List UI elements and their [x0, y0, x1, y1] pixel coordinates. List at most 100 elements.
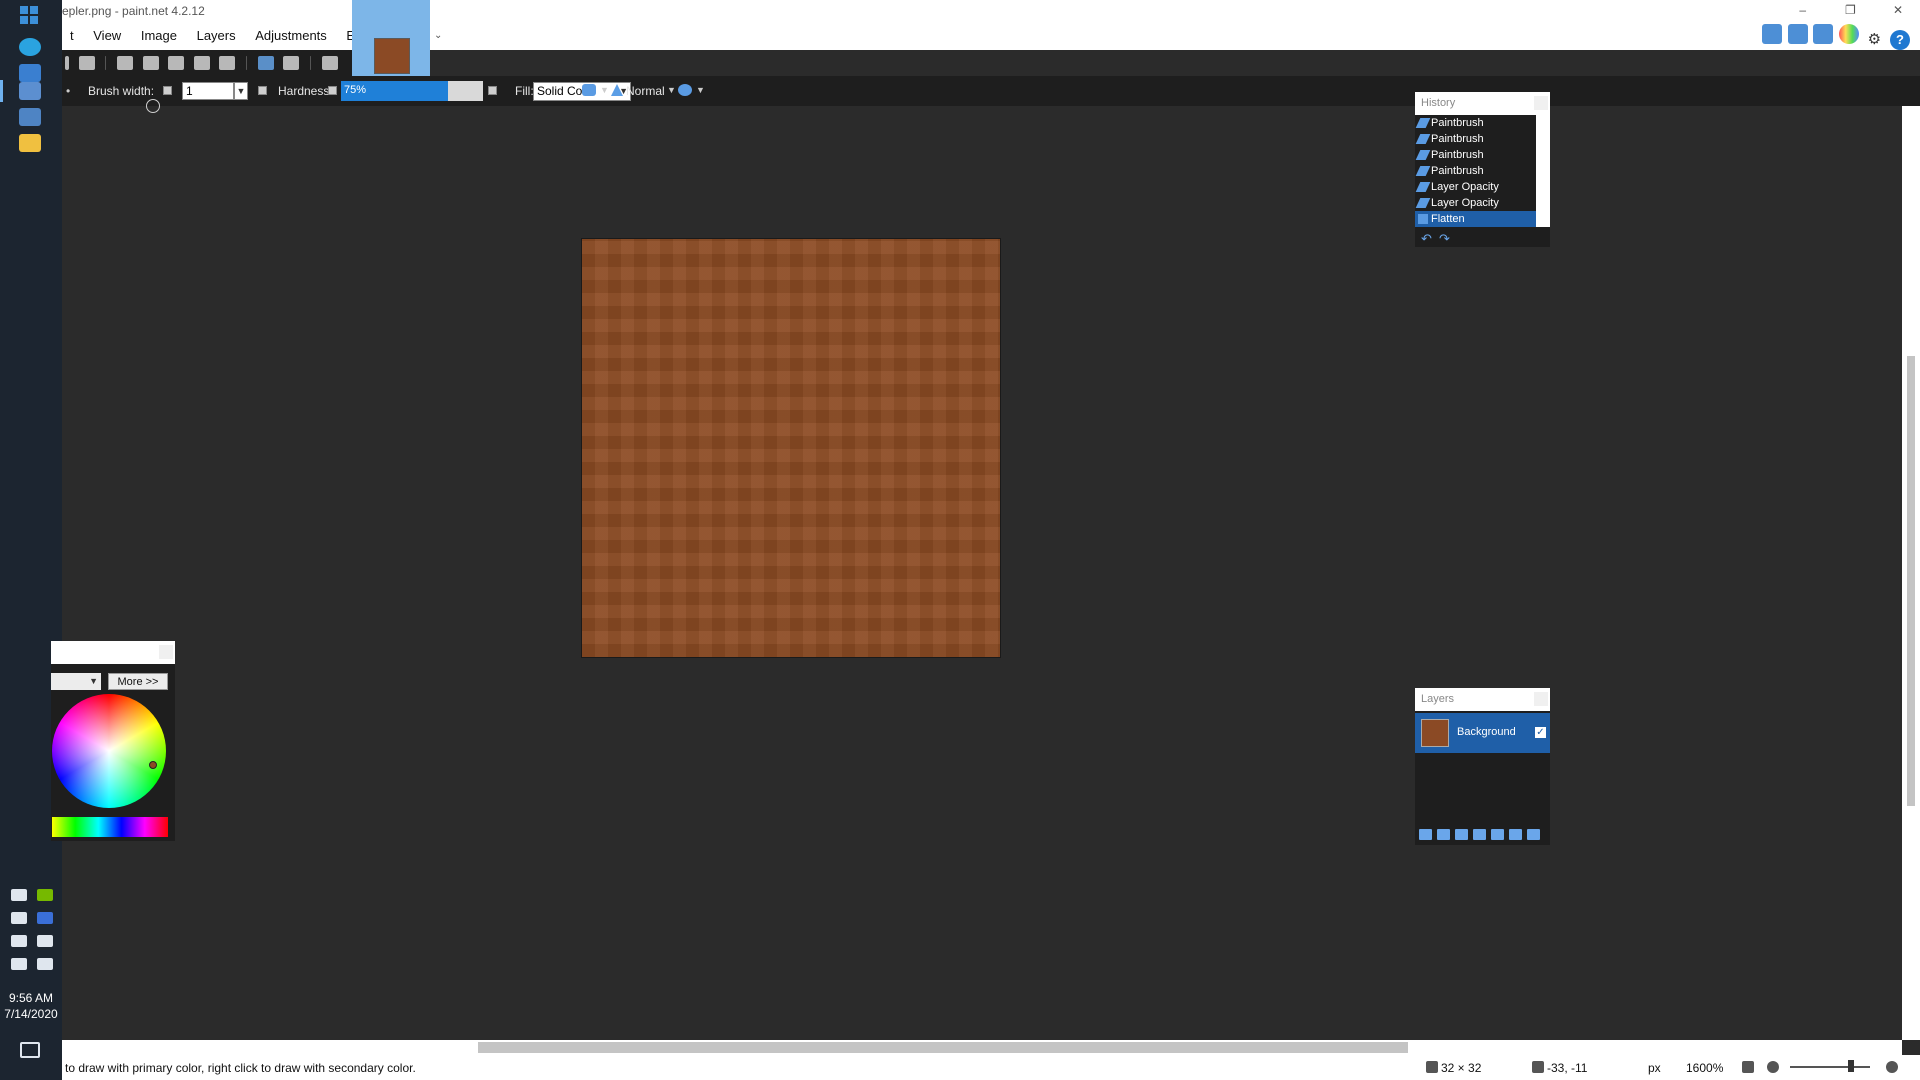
history-item[interactable]: Layer Opacity: [1415, 195, 1536, 211]
vertical-scrollbar[interactable]: [1902, 106, 1920, 1040]
minimize-button[interactable]: –: [1781, 0, 1825, 20]
colors-close-button[interactable]: [159, 645, 173, 659]
document-tab[interactable]: [352, 0, 430, 76]
blend-mode-value[interactable]: Normal: [626, 84, 665, 98]
undo-icon[interactable]: [257, 56, 274, 70]
paintnet-taskbar-icon[interactable]: [19, 82, 41, 100]
duplicate-layer-icon[interactable]: [1455, 829, 1468, 840]
move-layer-down-icon[interactable]: [1509, 829, 1522, 840]
layer-row[interactable]: Background ✓: [1415, 713, 1550, 753]
add-layer-icon[interactable]: [1419, 829, 1432, 840]
crop-icon[interactable]: [193, 56, 210, 70]
file-explorer-icon[interactable]: [19, 134, 41, 152]
unit-select[interactable]: px: [1648, 1061, 1661, 1075]
layers-window-icon[interactable]: [1813, 24, 1834, 44]
deselect-icon[interactable]: [219, 56, 236, 70]
history-item-selected[interactable]: Flatten: [1415, 211, 1536, 227]
blend-mode-chevron-icon[interactable]: ▼: [667, 85, 676, 95]
photos-icon[interactable]: [19, 64, 41, 82]
brush-width-increase-button[interactable]: [258, 86, 267, 95]
zoom-slider-thumb[interactable]: [1848, 1060, 1854, 1072]
nvidia-tray-icon[interactable]: [36, 889, 53, 901]
edge-icon[interactable]: [19, 38, 41, 56]
onedrive-tray-icon[interactable]: [11, 935, 27, 947]
save-icon[interactable]: [65, 56, 69, 70]
zoom-to-window-icon[interactable]: [1742, 1061, 1754, 1073]
menu-adjustments[interactable]: Adjustments: [247, 26, 335, 45]
tool-icon[interactable]: •: [66, 84, 70, 98]
vertical-scroll-thumb[interactable]: [1907, 356, 1915, 806]
move-layer-up-icon[interactable]: [1491, 829, 1504, 840]
grid-icon[interactable]: [321, 56, 338, 70]
history-item-label: Flatten: [1431, 213, 1465, 225]
delete-layer-icon[interactable]: [1437, 829, 1450, 840]
history-redo-icon[interactable]: ↷: [1439, 231, 1450, 247]
history-item[interactable]: Layer Opacity: [1415, 179, 1536, 195]
color-wheel-picker[interactable]: [149, 761, 157, 769]
malwarebytes-tray-icon[interactable]: [36, 912, 53, 924]
start-button[interactable]: [20, 6, 38, 24]
close-button[interactable]: ✕: [1876, 0, 1920, 20]
brush-width-decrease-button[interactable]: [163, 86, 172, 95]
cut-icon[interactable]: [116, 56, 133, 70]
app-taskbar-icon[interactable]: [19, 108, 41, 126]
hardness-slider[interactable]: 75%: [341, 81, 483, 101]
merge-layer-icon[interactable]: [1473, 829, 1486, 840]
hardness-decrease-button[interactable]: [328, 86, 337, 95]
toolbar-divider: [246, 56, 247, 70]
restore-button[interactable]: ❐: [1828, 0, 1872, 20]
history-close-button[interactable]: [1534, 96, 1548, 110]
notification-center-icon[interactable]: [20, 1042, 40, 1058]
horizontal-scrollbar[interactable]: [62, 1040, 1902, 1055]
help-icon[interactable]: ?: [1890, 30, 1910, 50]
history-window-icon[interactable]: [1787, 24, 1808, 44]
history-item[interactable]: Paintbrush: [1415, 147, 1536, 163]
history-item[interactable]: Paintbrush: [1415, 115, 1536, 131]
copy-icon[interactable]: [142, 56, 159, 70]
menu-layers[interactable]: Layers: [189, 26, 244, 45]
zoom-slider[interactable]: [1790, 1066, 1870, 1068]
settings-gear-icon[interactable]: ⚙: [1864, 30, 1884, 50]
security-tray-icon[interactable]: [36, 935, 53, 947]
discord-tray-icon[interactable]: [11, 889, 27, 901]
zoom-out-icon[interactable]: [1767, 1061, 1779, 1073]
antialias-icon[interactable]: [582, 84, 596, 96]
horizontal-scroll-thumb[interactable]: [478, 1042, 1408, 1053]
tool-tray-icon[interactable]: [11, 912, 27, 924]
print-icon[interactable]: [78, 56, 95, 70]
color-target-dropdown[interactable]: ▼: [51, 673, 101, 690]
redo-icon[interactable]: [283, 56, 300, 70]
more-colors-button[interactable]: More >>: [108, 673, 168, 690]
brush-width-dropdown-icon[interactable]: ▼: [234, 82, 248, 100]
image-canvas[interactable]: [581, 238, 1001, 658]
layers-toolbar: [1419, 828, 1545, 843]
layer-visibility-checkbox[interactable]: ✓: [1535, 727, 1546, 738]
history-item[interactable]: Paintbrush: [1415, 163, 1536, 179]
history-scrollbar[interactable]: [1536, 115, 1550, 227]
history-item[interactable]: Paintbrush: [1415, 131, 1536, 147]
color-wheel[interactable]: [52, 694, 166, 808]
tools-window-icon[interactable]: [1761, 24, 1782, 44]
menu-partial[interactable]: t: [62, 26, 82, 45]
brush-width-input[interactable]: 1: [182, 82, 234, 100]
zoom-level[interactable]: 1600%: [1686, 1061, 1723, 1075]
layer-properties-icon[interactable]: [1527, 829, 1540, 840]
layers-close-button[interactable]: [1534, 692, 1548, 706]
menu-image[interactable]: Image: [133, 26, 185, 45]
network-tray-icon[interactable]: [11, 958, 27, 970]
history-undo-icon[interactable]: ↶: [1421, 231, 1432, 247]
alpha-blending-icon[interactable]: [678, 84, 692, 96]
hardness-increase-button[interactable]: [488, 86, 497, 95]
color-palette[interactable]: [52, 817, 168, 837]
zoom-in-icon[interactable]: [1886, 1061, 1898, 1073]
colors-window-icon[interactable]: [1838, 24, 1859, 44]
menu-view[interactable]: View: [85, 26, 129, 45]
antialias-chevron-icon[interactable]: ▼: [600, 85, 609, 95]
alpha-blending-chevron-icon[interactable]: ▼: [696, 85, 705, 95]
tab-list-chevron-icon[interactable]: ⌄: [434, 30, 442, 41]
taskbar-clock[interactable]: 9:56 AM 7/14/2020: [0, 990, 62, 1022]
history-panel-title: History: [1415, 92, 1550, 115]
cursor-position-icon: [1532, 1061, 1544, 1073]
paste-icon[interactable]: [168, 56, 185, 70]
volume-tray-icon[interactable]: [36, 958, 53, 970]
